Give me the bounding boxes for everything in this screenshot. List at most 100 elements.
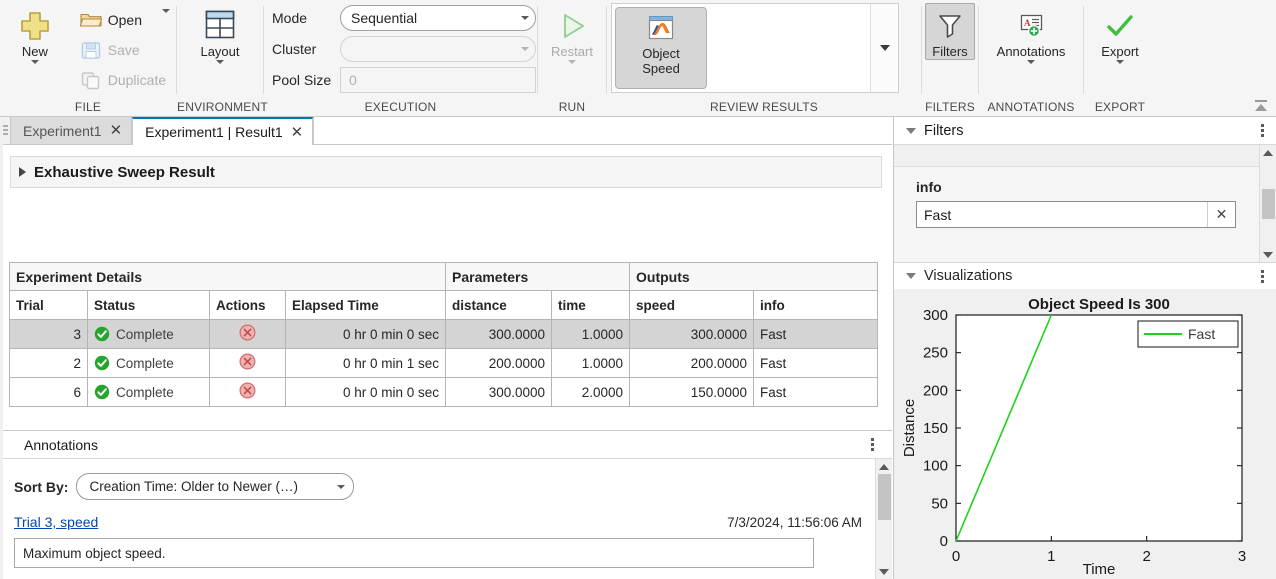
export-caret-icon[interactable] [1116,60,1124,64]
annotation-timestamp: 7/3/2024, 11:56:06 AM [727,515,862,530]
stop-cancel-icon [239,353,256,370]
layout-caret-icon[interactable] [216,60,224,64]
column-header-distance[interactable]: distance [446,291,552,320]
scroll-up-button[interactable] [1263,145,1273,160]
tab-label: Experiment1 [23,123,102,139]
ribbon-group-run: Restart RUN [538,0,606,117]
matlab-figure-icon [644,14,678,46]
gallery-expand-button[interactable] [870,4,898,92]
collapse-triangle-icon[interactable] [906,273,916,279]
chevron-down-icon [337,485,345,489]
mode-dropdown[interactable]: Sequential [340,5,536,31]
cell-info: Fast [754,378,878,407]
new-button[interactable]: New [4,3,66,65]
save-button[interactable]: Save [74,35,176,65]
ribbon-group-export: Export EXPORT [1084,0,1156,117]
right-side-panel: Filters info ✕ Visualizations [893,117,1276,579]
ribbon-collapse-button[interactable] [1250,97,1272,115]
stop-cancel-icon [239,324,256,341]
filters-scrollbar[interactable] [1259,145,1276,262]
review-results-gallery: Object Speed [611,3,899,93]
column-header-trial[interactable]: Trial [10,291,88,320]
scrollbar-thumb[interactable] [1262,189,1275,219]
column-header-status[interactable]: Status [88,291,210,320]
cluster-dropdown[interactable] [340,36,536,62]
cell-elapsed-time: 0 hr 0 min 0 sec [286,320,446,349]
document-tab-strip: Experiment1 ✕ Experiment1 | Result1 ✕ [0,117,892,145]
filter-input-wrapper[interactable]: ✕ [916,201,1236,228]
tab-experiment1-result1[interactable]: Experiment1 | Result1 ✕ [132,117,313,145]
open-caret-icon[interactable] [162,13,170,28]
restart-button[interactable]: Restart [540,3,604,65]
column-header-actions[interactable]: Actions [210,291,286,320]
group-header-experiment-details: Experiment Details [10,263,446,291]
annotations-panel-menu-icon[interactable] [871,438,874,451]
scroll-down-button[interactable] [879,564,889,579]
cell-speed: 300.0000 [630,320,754,349]
checkmark-icon [1102,8,1138,44]
status-label: Complete [116,385,174,400]
table-row[interactable]: 3 Complete 0 hr 0 [10,320,878,349]
scroll-down-button[interactable] [1263,247,1273,262]
table-row[interactable]: 6 Complete 0 hr 0 [10,378,878,407]
restart-caret-icon[interactable] [568,60,576,64]
duplicate-copy-icon [80,69,102,91]
export-button[interactable]: Export [1086,3,1154,65]
clear-filter-icon[interactable]: ✕ [1207,202,1235,227]
ribbon-group-label-run: RUN [538,99,606,117]
filters-panel-menu-icon[interactable] [1261,124,1264,137]
collapse-triangle-icon[interactable] [906,128,916,134]
new-caret-icon[interactable] [31,60,39,64]
ribbon-group-label-review-results: REVIEW RESULTS [607,99,921,117]
expand-triangle-icon[interactable] [19,167,26,177]
chart-y-tick-label: 250 [923,345,948,362]
window-left-edge [0,117,3,579]
annotations-scrollbar[interactable] [875,459,892,579]
chart-title: Object Speed Is 300 [1028,296,1170,313]
close-icon[interactable]: ✕ [291,125,304,140]
play-triangle-icon [554,8,590,44]
cell-distance: 300.0000 [446,378,552,407]
gallery-item-label-line2: Speed [642,61,680,76]
annotation-trial-link[interactable]: Trial 3, speed [14,514,98,530]
poolsize-input[interactable]: 0 [340,67,536,93]
cell-status: Complete [88,378,210,407]
sweep-result-header[interactable]: Exhaustive Sweep Result [10,156,882,188]
close-icon[interactable]: ✕ [110,123,123,138]
object-speed-chart[interactable]: Object Speed Is 300 050100150200250300 0… [894,289,1276,579]
ribbon-toolbar: New Open [0,0,1276,117]
ribbon-group-file: New Open [0,0,176,117]
column-header-elapsed-time[interactable]: Elapsed Time [286,291,446,320]
poolsize-value: 0 [349,72,357,88]
column-header-time[interactable]: time [552,291,630,320]
mode-row: Mode Sequential [272,2,536,33]
annotations-button-label: Annotations [997,44,1066,59]
visualizations-panel-header: Visualizations [894,262,1276,289]
status-label: Complete [116,356,174,371]
duplicate-button[interactable]: Duplicate [74,65,176,95]
filters-panel-body: info ✕ [894,145,1276,262]
stop-cancel-icon [239,382,256,399]
filter-info-input[interactable] [917,202,1207,227]
open-button[interactable]: Open [74,5,176,35]
annotations-button[interactable]: A Annotations [981,3,1081,65]
results-table[interactable]: Experiment Details Parameters Outputs Tr… [9,262,878,407]
table-row[interactable]: 2 Complete 0 hr 0 [10,349,878,378]
annotations-caret-icon[interactable] [1027,60,1035,64]
gallery-item-object-speed[interactable]: Object Speed [615,7,707,89]
chevron-down-icon [521,16,529,20]
tab-experiment1[interactable]: Experiment1 ✕ [10,117,132,144]
filters-button[interactable]: Filters [925,3,975,60]
column-header-info[interactable]: info [754,291,878,320]
ribbon-group-label-export: EXPORT [1084,99,1156,117]
new-button-label: New [22,44,48,59]
scroll-up-button[interactable] [879,459,889,474]
sort-by-dropdown[interactable]: Creation Time: Older to Newer (…) [76,473,354,500]
cell-speed: 200.0000 [630,349,754,378]
annotation-text-input[interactable]: Maximum object speed. [14,538,814,568]
scrollbar-thumb[interactable] [878,474,891,520]
chart-x-tick-label: 0 [952,548,960,565]
column-header-speed[interactable]: speed [630,291,754,320]
visualizations-panel-menu-icon[interactable] [1261,270,1264,283]
layout-button[interactable]: Layout [181,3,259,65]
